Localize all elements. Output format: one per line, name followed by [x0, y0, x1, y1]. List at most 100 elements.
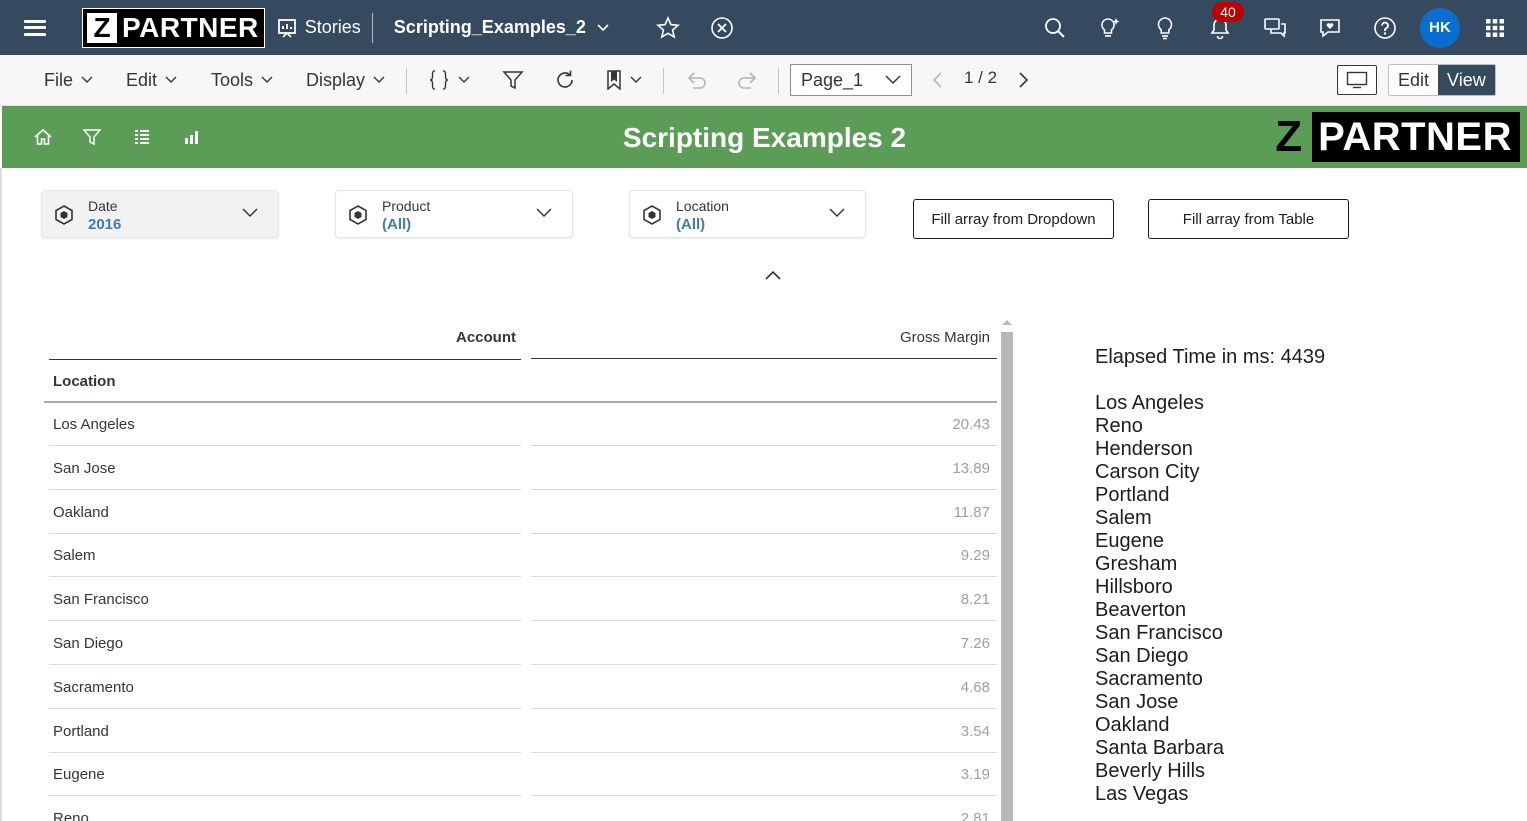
company-logo[interactable]: Z PARTNER	[82, 7, 265, 48]
chart-icon[interactable]	[181, 127, 203, 147]
location-output-item: Henderson	[1095, 438, 1193, 460]
product-filter[interactable]: Product (All)	[335, 190, 573, 238]
next-page-icon[interactable]	[1018, 55, 1030, 105]
redo-icon[interactable]	[736, 55, 760, 105]
menu-display[interactable]: Display	[306, 55, 385, 105]
location-output-item: Beaverton	[1095, 599, 1187, 621]
row-divider	[49, 708, 521, 709]
menu-file[interactable]: File	[44, 55, 93, 105]
bookmark-icon[interactable]	[606, 55, 642, 105]
row-gross-margin-value: 3.19	[960, 766, 990, 783]
page-select[interactable]: Page_1	[790, 64, 912, 96]
row-gross-margin-value: 13.89	[952, 460, 990, 477]
logo-letter: Z	[87, 12, 117, 43]
avatar[interactable]: HK	[1420, 7, 1460, 48]
row-divider	[531, 664, 997, 665]
row-gross-margin-value: 9.29	[960, 547, 990, 564]
cube-icon	[643, 205, 661, 225]
column-header-gross-margin[interactable]: Gross Margin	[700, 329, 990, 346]
collapse-filters-icon[interactable]	[764, 268, 782, 286]
row-gross-margin-value: 2.81	[960, 810, 990, 821]
location-output-item: Santa Barbara	[1095, 737, 1224, 759]
row-location-label: Reno	[53, 810, 89, 821]
lightbulb-icon[interactable]	[1145, 8, 1185, 48]
menu-edit-label: Edit	[126, 69, 158, 90]
mode-toggle: Edit View	[1388, 64, 1496, 96]
user-initials: HK	[1429, 19, 1451, 36]
chevron-down-icon	[885, 75, 901, 85]
star-icon[interactable]	[648, 8, 688, 48]
outline-icon[interactable]	[131, 127, 153, 147]
cube-icon	[349, 205, 367, 225]
row-location-label: Los Angeles	[53, 416, 135, 433]
menu-tools[interactable]: Tools	[211, 55, 273, 105]
row-divider	[531, 445, 997, 446]
scroll-up-arrow[interactable]	[1002, 320, 1012, 325]
shell-divider	[371, 12, 373, 43]
location-output-item: Eugene	[1095, 530, 1164, 552]
row-gross-margin-value: 20.43	[952, 416, 990, 433]
stories-link[interactable]: Stories	[277, 17, 361, 38]
app-grid-icon[interactable]	[1475, 8, 1515, 48]
row-divider	[531, 795, 997, 796]
idea-sparkle-icon[interactable]	[1090, 8, 1130, 48]
help-icon[interactable]	[1365, 8, 1405, 48]
view-mode-button[interactable]: View	[1438, 65, 1495, 95]
row-divider	[531, 752, 997, 753]
present-button[interactable]	[1337, 65, 1377, 95]
filter-label: Date	[88, 198, 118, 214]
variables-icon[interactable]	[428, 55, 470, 105]
home-icon[interactable]	[32, 127, 54, 147]
chevron-down-icon	[165, 76, 177, 83]
stories-label: Stories	[304, 17, 361, 37]
location-output-item: San Jose	[1095, 691, 1179, 713]
menu-icon[interactable]	[24, 19, 46, 36]
row-gross-margin-value: 11.87	[953, 504, 990, 521]
row-divider	[531, 708, 997, 709]
filter-icon[interactable]	[81, 127, 103, 147]
filter-value: (All)	[676, 216, 706, 233]
close-circle-icon[interactable]	[702, 8, 742, 48]
row-location-label: San Francisco	[53, 591, 149, 608]
location-output-item: San Francisco	[1095, 622, 1223, 644]
menu-edit[interactable]: Edit	[126, 55, 177, 105]
row-location-label: Portland	[53, 723, 109, 740]
page-select-value: Page_1	[801, 69, 864, 90]
header-line	[531, 358, 997, 359]
row-location-label: Sacramento	[53, 679, 134, 696]
header-line	[49, 359, 521, 360]
menu-file-label: File	[44, 69, 74, 90]
fill-array-dropdown-button[interactable]: Fill array from Dropdown	[913, 199, 1114, 239]
row-gross-margin-value: 7.26	[960, 635, 990, 652]
discussions-icon[interactable]	[1255, 8, 1295, 48]
date-filter[interactable]: Date 2016	[41, 190, 279, 238]
undo-icon[interactable]	[684, 55, 708, 105]
row-divider	[49, 752, 521, 753]
row-divider	[49, 620, 521, 621]
refresh-icon[interactable]	[554, 55, 576, 105]
edit-mode-button[interactable]: Edit	[1389, 65, 1439, 95]
chevron-down-icon	[81, 76, 93, 83]
row-divider	[531, 576, 997, 577]
fill-array-table-button[interactable]: Fill array from Table	[1148, 199, 1349, 239]
chevron-down-icon	[373, 76, 385, 83]
filter-value: 2016	[88, 216, 122, 233]
toolbar-divider	[663, 68, 664, 94]
table-scrollbar[interactable]	[1001, 332, 1013, 821]
row-divider	[49, 664, 521, 665]
row-header-location: Location	[53, 373, 116, 390]
feedback-icon[interactable]	[1310, 8, 1350, 48]
previous-page-icon[interactable]	[931, 55, 943, 105]
location-output-item: Oakland	[1095, 714, 1170, 736]
page-indicator: 1 / 2	[964, 68, 998, 87]
notification-badge: 40	[1212, 2, 1244, 22]
document-name-menu[interactable]: Scripting_Examples_2	[394, 17, 610, 38]
row-header-line	[44, 401, 997, 403]
location-filter[interactable]: Location (All)	[629, 190, 866, 238]
location-output-item: Portland	[1095, 484, 1170, 506]
chevron-down-icon	[536, 208, 552, 218]
filter-icon[interactable]	[502, 55, 524, 105]
search-icon[interactable]	[1035, 8, 1075, 48]
location-output-item: Gresham	[1095, 553, 1178, 575]
location-output-item: Sacramento	[1095, 668, 1203, 690]
